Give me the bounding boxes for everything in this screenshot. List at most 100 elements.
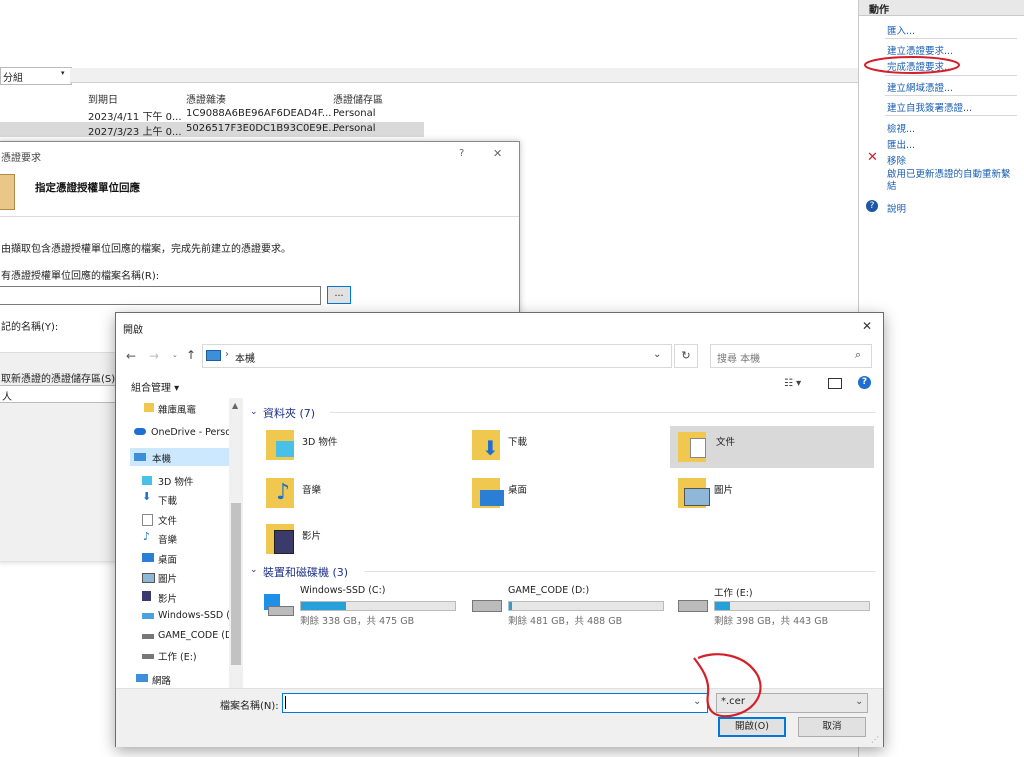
nav-item-videos[interactable]: 影片 xyxy=(158,591,177,605)
scroll-up-icon[interactable]: ▲ xyxy=(232,401,238,410)
remove-x-icon: ✕ xyxy=(867,150,878,165)
help-icon[interactable]: ? xyxy=(858,376,871,389)
wizard-store-select[interactable]: 人 xyxy=(0,385,117,403)
drive-icon xyxy=(678,600,708,612)
organize-button[interactable]: 組合管理 ▾ xyxy=(131,379,179,394)
nav-item-this-pc[interactable]: 本機 xyxy=(152,451,171,465)
action-create-domain-cert[interactable]: 建立網域憑證... xyxy=(887,80,953,94)
address-bar[interactable]: › 本機 › ⌄ xyxy=(202,344,672,368)
drive-usage-bar xyxy=(300,601,456,611)
document-icon xyxy=(690,438,706,458)
address-dropdown-icon[interactable]: ⌄ xyxy=(653,349,661,360)
annotation-circle-complete xyxy=(864,56,960,74)
nav-item-pictures[interactable]: 圖片 xyxy=(158,571,177,585)
recent-chevron-icon[interactable]: ⌄ xyxy=(172,351,178,359)
folder-label: 影片 xyxy=(302,531,322,542)
wizard-browse-button[interactable]: ... xyxy=(327,286,351,304)
folder-music[interactable]: ♪ 音樂 xyxy=(266,474,466,514)
nav-item-downloads[interactable]: 下載 xyxy=(158,493,177,507)
nav-item-music[interactable]: 音樂 xyxy=(158,532,177,546)
annotation-circle-filter xyxy=(693,653,762,718)
drive-usage-bar xyxy=(508,601,664,611)
drive-e-icon xyxy=(142,654,154,659)
forward-arrow-icon[interactable]: → xyxy=(149,349,159,363)
pictures-icon xyxy=(142,573,155,583)
wizard-title: 憑證要求 xyxy=(1,153,41,164)
search-box[interactable]: 搜尋 本機 ⌕ xyxy=(710,344,872,368)
filename-label: 檔案名稱(N): xyxy=(220,701,279,712)
drive-item-e[interactable]: 工作 (E:) 剩餘 398 GB，共 443 GB xyxy=(678,582,878,627)
wizard-close-button[interactable]: ✕ xyxy=(493,147,502,160)
nav-item-3d[interactable]: 3D 物件 xyxy=(158,474,193,488)
folders-group-title[interactable]: 資料夾 (7) xyxy=(263,405,315,421)
certificate-wizard-icon xyxy=(0,174,15,210)
cell-store: Personal xyxy=(333,108,376,119)
action-auto-rebind[interactable]: 啟用已更新憑證的自動重新繫結 xyxy=(887,169,1017,193)
view-options-icon[interactable]: ☷ ▾ xyxy=(784,378,801,389)
nav-item-desktop[interactable]: 桌面 xyxy=(158,552,177,566)
folder-label: 圖片 xyxy=(714,485,734,496)
collapse-chevron-icon[interactable]: ⌄ xyxy=(250,565,258,575)
folder-3d-objects[interactable]: 3D 物件 xyxy=(266,426,466,466)
wizard-store-value: 人 xyxy=(2,392,12,403)
folder-desktop[interactable]: 桌面 xyxy=(472,474,672,514)
folder-documents-selected[interactable]: 文件 xyxy=(670,426,874,468)
cancel-button[interactable]: 取消 xyxy=(798,717,866,737)
3d-objects-icon xyxy=(276,441,294,457)
nav-item-drive-c[interactable]: Windows-SSD ( xyxy=(158,610,230,621)
nav-item-drive-d[interactable]: GAME_CODE (D xyxy=(158,630,232,641)
nav-item-library[interactable]: 雜庫風竈 xyxy=(158,402,196,416)
drive-item-c[interactable]: Windows-SSD (C:) 剩餘 338 GB，共 475 GB xyxy=(264,582,464,627)
open-dialog-close-button[interactable]: ✕ xyxy=(862,319,872,333)
nav-item-network[interactable]: 網路 xyxy=(152,673,171,687)
filename-input[interactable]: ⌄ xyxy=(282,693,708,713)
wizard-help-button[interactable]: ? xyxy=(459,148,464,159)
up-arrow-icon[interactable]: ↑ xyxy=(186,348,196,362)
column-header-hash[interactable]: 憑證雜湊 xyxy=(186,91,226,106)
help-icon: ? xyxy=(866,200,878,212)
preview-pane-icon[interactable] xyxy=(828,378,842,389)
group-by-dropdown[interactable]: 分組 ▾ xyxy=(0,67,72,85)
wizard-heading: 指定憑證授權單位回應 xyxy=(35,182,140,194)
nav-item-drive-e[interactable]: 工作 (E:) xyxy=(158,649,197,663)
table-row[interactable]: 2027/3/23 上午 0... 5026517F3E0DC1B93C0E9E… xyxy=(0,122,424,138)
folder-videos[interactable]: 影片 xyxy=(266,520,466,560)
open-button[interactable]: 開啟(O) xyxy=(718,717,786,737)
drive-icon xyxy=(472,600,502,612)
drives-group-title[interactable]: 裝置和磁碟機 (3) xyxy=(263,564,348,580)
open-dialog-title: 開啟 xyxy=(123,325,143,336)
column-header-store[interactable]: 憑證儲存區 xyxy=(333,91,383,106)
music-note-icon: ♪ xyxy=(143,530,151,543)
search-placeholder: 搜尋 本機 xyxy=(717,354,761,365)
wizard-store-label: 取新憑證的憑證儲存區(S): xyxy=(1,374,119,385)
action-export[interactable]: 匯出... xyxy=(887,137,915,151)
cell-store: Personal xyxy=(333,123,376,134)
nav-scrollbar-thumb[interactable] xyxy=(231,503,241,665)
action-import[interactable]: 匯入... xyxy=(887,23,915,37)
table-row[interactable]: 2023/4/11 下午 0... 1C9088A6BE96AF6DEAD4F.… xyxy=(84,107,424,123)
action-remove[interactable]: 移除 xyxy=(887,153,906,167)
nav-item-documents[interactable]: 文件 xyxy=(158,513,177,527)
drive-free-space: 剩餘 338 GB，共 475 GB xyxy=(300,616,415,627)
folder-pictures[interactable]: 圖片 xyxy=(678,474,878,514)
drive-item-d[interactable]: GAME_CODE (D:) 剩餘 481 GB，共 488 GB xyxy=(472,582,672,627)
download-arrow-icon: ⬇ xyxy=(142,490,152,503)
search-icon: ⌕ xyxy=(855,348,862,361)
refresh-icon[interactable]: ↻ xyxy=(674,344,698,368)
collapse-chevron-icon[interactable]: ⌄ xyxy=(250,407,258,417)
back-arrow-icon[interactable]: ← xyxy=(126,349,136,363)
open-file-dialog: 開啟 ✕ ← → ⌄ ↑ › 本機 › ⌄ ↻ 搜尋 本機 ⌕ 組合管理 ▾ ☷… xyxy=(115,312,884,747)
list-header-band xyxy=(70,68,858,83)
cell-hash: 1C9088A6BE96AF6DEAD4F... xyxy=(186,108,332,119)
action-help[interactable]: 說明 xyxy=(887,201,906,215)
column-header-expiry[interactable]: 到期日 xyxy=(88,91,118,106)
nav-item-onedrive[interactable]: OneDrive - Perso xyxy=(151,427,231,438)
drive-free-space: 剩餘 398 GB，共 443 GB xyxy=(714,616,829,627)
resize-grip-icon[interactable]: ⋰ xyxy=(871,735,879,744)
wizard-file-input[interactable] xyxy=(0,286,321,305)
action-view[interactable]: 檢視... xyxy=(887,121,915,135)
folder-downloads[interactable]: ⬇ 下載 xyxy=(472,426,672,466)
pictures-icon xyxy=(684,488,710,506)
action-create-self-signed[interactable]: 建立自我簽署憑證... xyxy=(887,100,972,114)
cell-expiry: 2027/3/23 上午 0... xyxy=(88,127,182,138)
